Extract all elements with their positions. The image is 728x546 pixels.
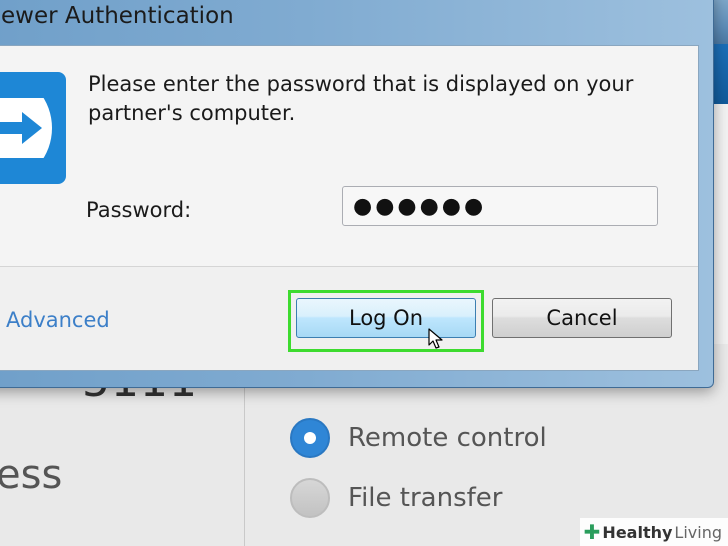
password-field[interactable] xyxy=(342,186,658,226)
mouse-cursor-icon xyxy=(428,328,444,354)
watermark: ✚ Healthy Living xyxy=(579,518,728,546)
dialog-body: Please enter the password that is displa… xyxy=(0,45,699,371)
watermark-plus-icon: ✚ xyxy=(583,520,601,544)
dialog-title: ewer Authentication xyxy=(1,3,234,29)
radio-selected-icon[interactable] xyxy=(290,418,330,458)
option-label: File transfer xyxy=(348,483,503,513)
teamviewer-logo-icon xyxy=(0,72,66,184)
panel-divider xyxy=(244,384,245,546)
section-heading-partial: ess xyxy=(0,452,63,498)
cancel-button[interactable]: Cancel xyxy=(492,298,672,338)
advanced-link[interactable]: Advanced xyxy=(6,308,110,332)
dialog-content-area: Please enter the password that is displa… xyxy=(0,46,698,267)
radio-unselected-icon[interactable] xyxy=(290,478,330,518)
authentication-dialog: ewer Authentication Please enter the pas… xyxy=(0,0,714,388)
watermark-light-text: Living xyxy=(674,522,722,542)
log-on-button[interactable]: Log On xyxy=(296,298,476,338)
watermark-bold-text: Healthy xyxy=(602,522,673,542)
option-file-transfer[interactable]: File transfer xyxy=(290,478,502,518)
option-label: Remote control xyxy=(348,423,547,453)
option-remote-control[interactable]: Remote control xyxy=(290,418,547,458)
password-label: Password: xyxy=(86,198,192,222)
instruction-message: Please enter the password that is displa… xyxy=(88,72,634,125)
